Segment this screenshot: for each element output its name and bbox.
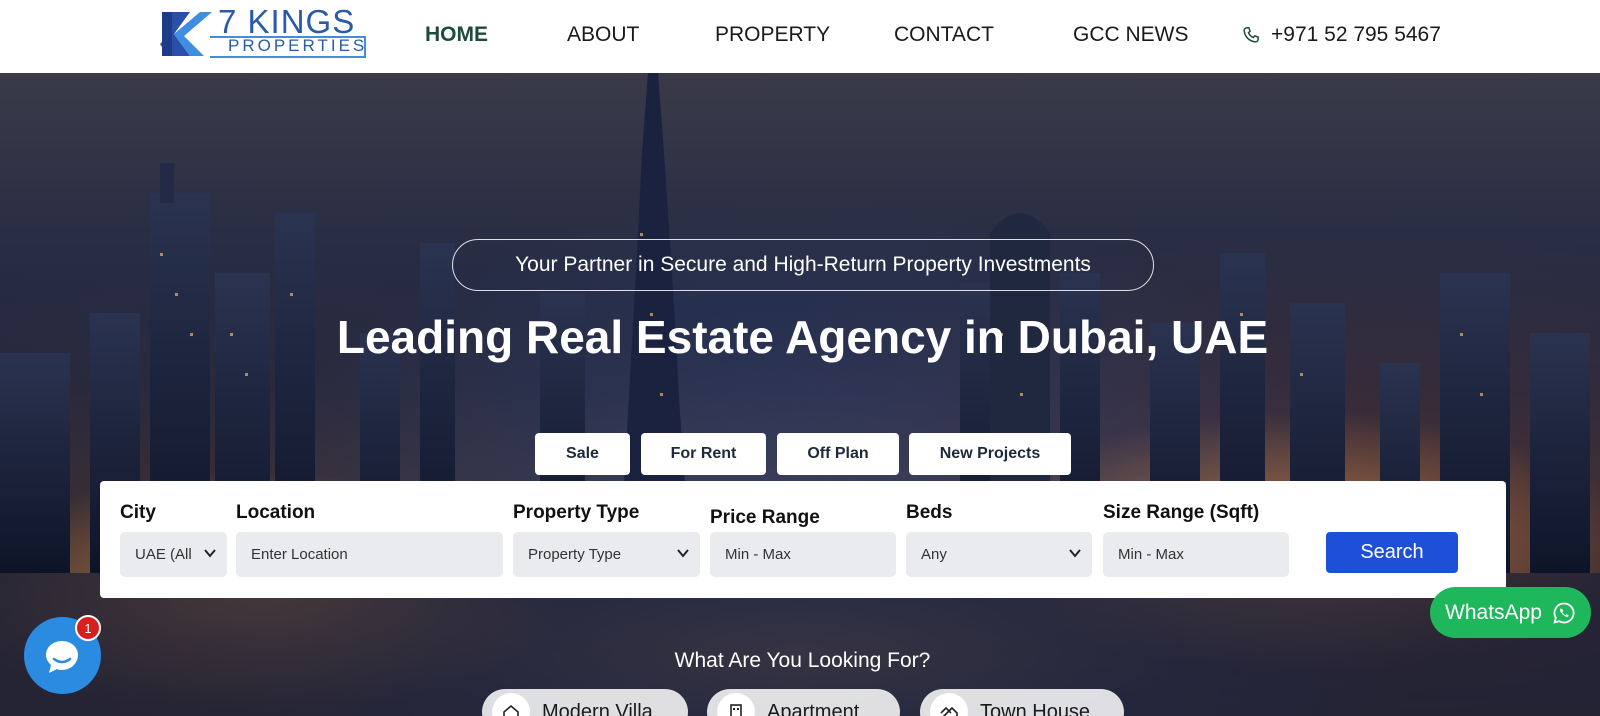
beds-label: Beds	[906, 502, 953, 523]
category-modern-villa[interactable]: Modern Villa	[482, 689, 688, 716]
location-label: Location	[236, 502, 316, 523]
property-type-label: Property Type	[513, 502, 640, 523]
property-type-select[interactable]: Property Type	[513, 532, 700, 577]
nav-contact[interactable]: CONTACT	[894, 22, 994, 48]
size-range-input[interactable]: Min - Max	[1103, 532, 1289, 577]
size-range-placeholder: Min - Max	[1118, 546, 1184, 563]
category-label: Apartment	[767, 700, 860, 716]
chat-launcher[interactable]: 1	[24, 615, 101, 694]
price-range-input[interactable]: Min - Max	[710, 532, 896, 577]
chevron-down-icon	[204, 549, 216, 558]
chevron-down-icon	[1069, 549, 1081, 558]
whatsapp-label: WhatsApp	[1445, 600, 1542, 624]
nav-home[interactable]: HOME	[425, 22, 488, 48]
city-select[interactable]: UAE (All	[120, 532, 227, 577]
hero-tagline: Your Partner in Secure and High-Return P…	[452, 239, 1154, 291]
property-type-value: Property Type	[528, 546, 622, 563]
beds-select[interactable]: Any	[906, 532, 1092, 577]
townhouse-icon	[930, 693, 968, 716]
city-skyline-background	[0, 73, 1600, 716]
beds-value: Any	[921, 546, 947, 563]
nav-about[interactable]: ABOUT	[567, 22, 639, 48]
villa-icon	[492, 693, 530, 716]
hero-headline: Leading Real Estate Agency in Dubai, UAE	[336, 311, 1269, 363]
brand-logo[interactable]: 7 KINGS PROPERTIES	[160, 4, 368, 60]
phone-number: +971 52 795 5467	[1271, 23, 1441, 46]
property-search-form: City UAE (All Location Enter Location Pr…	[100, 481, 1506, 598]
nav-gcc-news[interactable]: GCC NEWS	[1073, 22, 1189, 48]
phone-icon	[1243, 26, 1260, 43]
apartment-icon	[717, 693, 755, 716]
logo-k-icon	[160, 12, 212, 56]
hero-tagline-text: Your Partner in Secure and High-Return P…	[515, 253, 1091, 276]
whatsapp-icon	[1553, 602, 1575, 624]
chevron-down-icon	[677, 549, 689, 558]
tab-new-projects[interactable]: New Projects	[909, 433, 1071, 475]
phone-link[interactable]: +971 52 795 5467	[1241, 22, 1441, 48]
city-value: UAE (All	[135, 546, 192, 563]
location-input[interactable]: Enter Location	[236, 532, 503, 577]
looking-for-title: What Are You Looking For?	[674, 649, 931, 672]
tab-off-plan[interactable]: Off Plan	[777, 433, 899, 475]
city-label: City	[120, 502, 156, 523]
price-range-placeholder: Min - Max	[725, 546, 791, 563]
category-label: Modern Villa	[542, 700, 653, 716]
tab-for-rent[interactable]: For Rent	[641, 433, 766, 475]
whatsapp-button[interactable]: WhatsApp	[1430, 587, 1591, 638]
category-apartment[interactable]: Apartment	[707, 689, 900, 716]
price-range-label: Price Range	[710, 507, 820, 528]
search-button[interactable]: Search	[1326, 532, 1458, 573]
chat-notification-badge: 1	[75, 615, 101, 641]
category-label: Town House	[980, 700, 1091, 716]
tab-sale[interactable]: Sale	[535, 433, 630, 475]
category-town-house[interactable]: Town House	[920, 689, 1124, 716]
location-placeholder: Enter Location	[251, 546, 348, 563]
hero-section: Your Partner in Secure and High-Return P…	[0, 73, 1600, 716]
site-header: 7 KINGS PROPERTIES HOME ABOUT PROPERTY C…	[0, 0, 1600, 73]
nav-property[interactable]: PROPERTY	[715, 22, 830, 48]
size-range-label: Size Range (Sqft)	[1103, 502, 1260, 523]
logo-text-bottom: PROPERTIES	[228, 36, 368, 55]
